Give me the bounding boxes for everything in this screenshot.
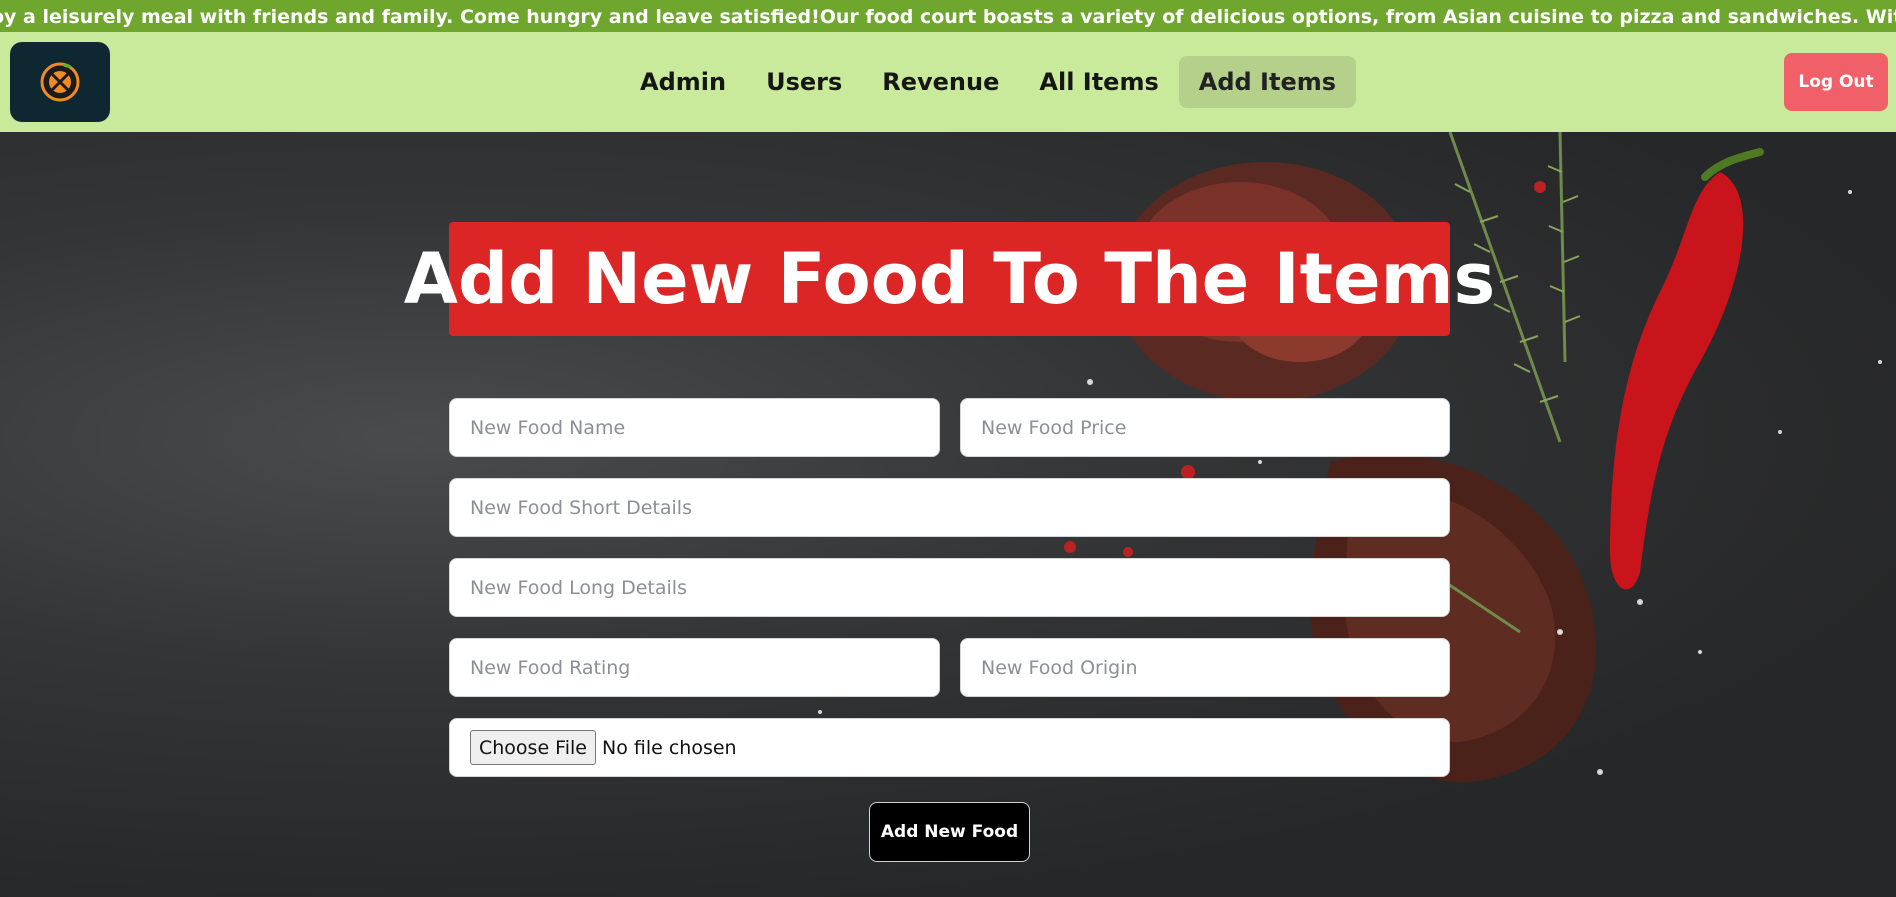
food-short-details-input[interactable]	[449, 478, 1450, 537]
food-price-input[interactable]	[960, 398, 1450, 457]
page-title: Add New Food To The Items	[403, 238, 1496, 320]
page-title-banner: Add New Food To The Items	[404, 222, 1495, 336]
food-rating-input[interactable]	[449, 638, 940, 697]
food-plate-icon	[40, 62, 80, 102]
food-long-details-input[interactable]	[449, 558, 1450, 617]
navbar: Admin Users Revenue All Items Add Items …	[0, 32, 1896, 132]
nav-links: Admin Users Revenue All Items Add Items	[620, 55, 1357, 109]
nav-all-items[interactable]: All Items	[1019, 56, 1178, 108]
food-name-input[interactable]	[449, 398, 940, 457]
marquee-ticker: oy a leisurely meal with friends and fam…	[0, 0, 1896, 32]
nav-add-items[interactable]: Add Items	[1178, 56, 1357, 108]
choose-file-button[interactable]: Choose File	[470, 730, 596, 765]
logo[interactable]	[10, 42, 110, 122]
food-origin-input[interactable]	[960, 638, 1450, 697]
file-status-text: No file chosen	[601, 736, 737, 759]
ticker-text: oy a leisurely meal with friends and fam…	[0, 6, 1896, 28]
nav-admin[interactable]: Admin	[620, 56, 746, 108]
add-new-food-button[interactable]: Add New Food	[869, 802, 1030, 862]
food-image-file-input: Choose File No file chosen	[449, 718, 1450, 777]
nav-revenue[interactable]: Revenue	[862, 56, 1019, 108]
nav-users[interactable]: Users	[746, 56, 862, 108]
logout-button[interactable]: Log Out	[1784, 53, 1888, 111]
